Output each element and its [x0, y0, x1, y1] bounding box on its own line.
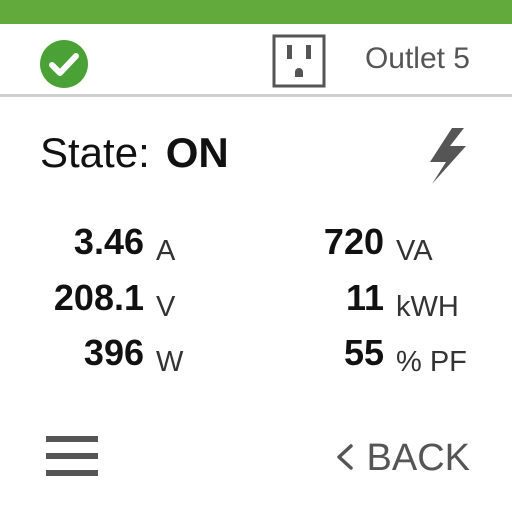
- header: Outlet 5: [0, 24, 512, 94]
- apparent-power-unit: VA: [396, 235, 433, 267]
- current-value: 3.46: [73, 221, 144, 262]
- power-unit: W: [156, 346, 184, 378]
- power-outlet-icon: [272, 34, 326, 88]
- current-unit: A: [156, 235, 176, 267]
- outlet-detail-screen: Outlet 5 State: ON 3.46 A 208.1 V 396 W 720 V…: [0, 0, 512, 512]
- current-metric: 3.46 A: [40, 220, 175, 267]
- lightning-bolt-icon: [430, 128, 466, 184]
- voltage-value: 208.1: [53, 277, 144, 318]
- power-factor-value: 55: [343, 332, 384, 373]
- back-label: BACK: [366, 437, 470, 479]
- back-button[interactable]: BACK: [333, 434, 470, 482]
- power-factor-unit: % PF: [396, 346, 467, 378]
- state-row: State: ON: [40, 128, 229, 178]
- outlet-title: Outlet 5: [364, 42, 470, 75]
- state-value: ON: [165, 129, 229, 176]
- header-divider: [0, 94, 512, 97]
- hamburger-menu-icon[interactable]: [46, 436, 98, 476]
- energy-metric: 11 kWH: [288, 276, 459, 323]
- voltage-metric: 208.1 V: [40, 276, 175, 323]
- state-label: State:: [40, 129, 150, 176]
- energy-value: 11: [345, 277, 384, 318]
- power-value: 396: [83, 332, 144, 373]
- power-factor-metric: 55 % PF: [288, 331, 467, 378]
- voltage-unit: V: [156, 291, 176, 323]
- status-bar: [0, 0, 512, 24]
- check-circle-icon: [40, 40, 88, 88]
- apparent-power-metric: 720 VA: [288, 220, 433, 267]
- chevron-left-icon: [336, 444, 353, 470]
- apparent-power-value: 720: [323, 221, 384, 262]
- power-metric: 396 W: [40, 331, 183, 378]
- energy-unit: kWH: [396, 291, 459, 323]
